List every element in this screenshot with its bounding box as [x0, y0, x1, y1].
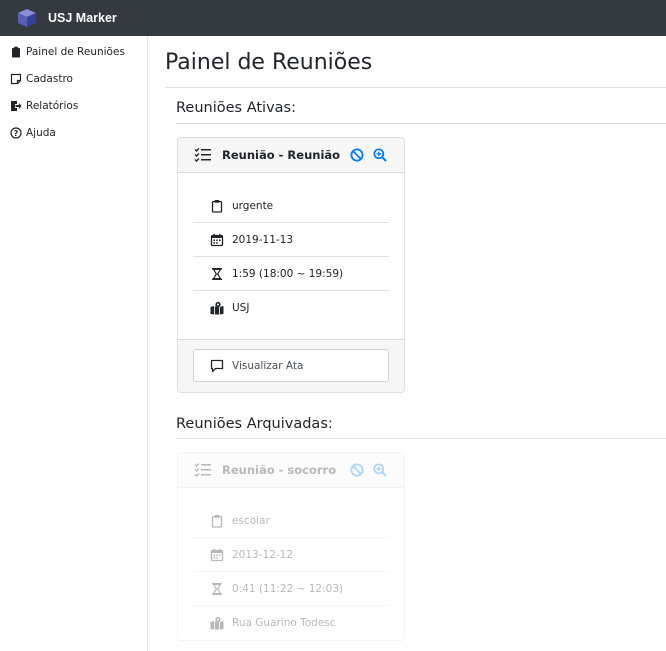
location-value: Rua Guarino Todesc	[232, 617, 336, 629]
checklist-icon	[194, 463, 211, 477]
sticky-note-icon	[10, 73, 22, 85]
clipboard-icon	[12, 46, 20, 58]
card-body: urgente 2019-11-13 1:59 (18:00 ~ 19:59) …	[178, 173, 404, 325]
sidebar-item-painel[interactable]: Painel de Reuniões	[10, 44, 125, 60]
top-navbar: USJ Marker	[0, 0, 666, 36]
sidebar: Painel de Reuniões Cadastro Relatórios ?…	[0, 36, 148, 651]
clipboard-outline-icon	[211, 199, 223, 213]
sign-out-icon	[11, 101, 22, 111]
card-title: Reunião - socorro	[222, 463, 337, 477]
page-title: Painel de Reuniões	[165, 50, 373, 75]
card-footer: Visualizar Ata	[178, 339, 404, 392]
sidebar-item-cadastro[interactable]: Cadastro	[10, 71, 73, 87]
duration-row: 0:41 (11:22 ~ 12:03)	[193, 572, 389, 606]
hourglass-icon	[212, 582, 222, 595]
main-content: Painel de Reuniões Reuniões Ativas: Reun…	[148, 36, 666, 651]
checklist-icon	[194, 148, 211, 162]
duration-value: 0:41 (11:22 ~ 12:03)	[232, 582, 344, 595]
location-value: USJ	[232, 302, 250, 314]
date-row: 2013-12-12	[193, 538, 389, 572]
card-body: escolar 2013-12-12 0:41 (11:22 ~ 12:03) …	[178, 488, 404, 640]
location-row: USJ	[193, 291, 389, 325]
date-value: 2019-11-13	[232, 233, 294, 246]
view-minutes-label: Visualizar Ata	[232, 359, 304, 372]
sidebar-item-label: Cadastro	[26, 73, 73, 85]
date-row: 2019-11-13	[193, 223, 389, 257]
sidebar-item-label: Painel de Reuniões	[26, 46, 125, 58]
map-marked-icon	[210, 301, 224, 315]
duration-value: 1:59 (18:00 ~ 19:59)	[232, 267, 344, 280]
app-title: USJ Marker	[48, 11, 117, 25]
category-value: escolar	[232, 514, 270, 527]
category-value: urgente	[232, 199, 274, 212]
zoom-in-icon[interactable]	[373, 463, 387, 477]
card-header: Reunião - socorro	[178, 453, 404, 488]
map-marked-icon	[210, 616, 224, 630]
view-minutes-button[interactable]: Visualizar Ata	[193, 349, 389, 382]
sidebar-item-label: Relatórios	[26, 100, 79, 112]
divider	[176, 123, 666, 124]
card-title: Reunião - Reunião	[222, 148, 341, 162]
zoom-in-icon[interactable]	[373, 148, 387, 162]
calendar-icon	[210, 548, 224, 561]
sidebar-item-ajuda[interactable]: ? Ajuda	[10, 125, 56, 141]
question-circle-icon: ?	[10, 127, 22, 139]
clipboard-outline-icon	[211, 514, 223, 528]
ban-icon[interactable]	[350, 463, 364, 477]
section-title-archived: Reuniões Arquivadas:	[176, 416, 333, 432]
svg-text:?: ?	[14, 129, 19, 138]
cube-logo-icon	[18, 9, 36, 27]
brand[interactable]: USJ Marker	[16, 7, 117, 29]
meeting-card-archived: Reunião - socorro escolar 2013-12-12 0:4…	[177, 452, 405, 641]
location-row: Rua Guarino Todesc	[193, 606, 389, 640]
ban-icon[interactable]	[350, 148, 364, 162]
divider	[165, 87, 666, 88]
date-value: 2013-12-12	[232, 548, 294, 561]
hourglass-icon	[212, 267, 222, 280]
duration-row: 1:59 (18:00 ~ 19:59)	[193, 257, 389, 291]
calendar-icon	[210, 233, 224, 246]
divider	[176, 438, 666, 439]
meeting-card-active: Reunião - Reunião urgente 2019-11-13 1:5…	[177, 137, 405, 393]
comment-icon	[210, 359, 224, 372]
category-row: escolar	[193, 504, 389, 538]
card-header: Reunião - Reunião	[178, 138, 404, 173]
category-row: urgente	[193, 189, 389, 223]
sidebar-item-label: Ajuda	[26, 127, 56, 139]
section-title-active: Reuniões Ativas:	[176, 100, 296, 116]
sidebar-item-relatorios[interactable]: Relatórios	[10, 98, 78, 114]
